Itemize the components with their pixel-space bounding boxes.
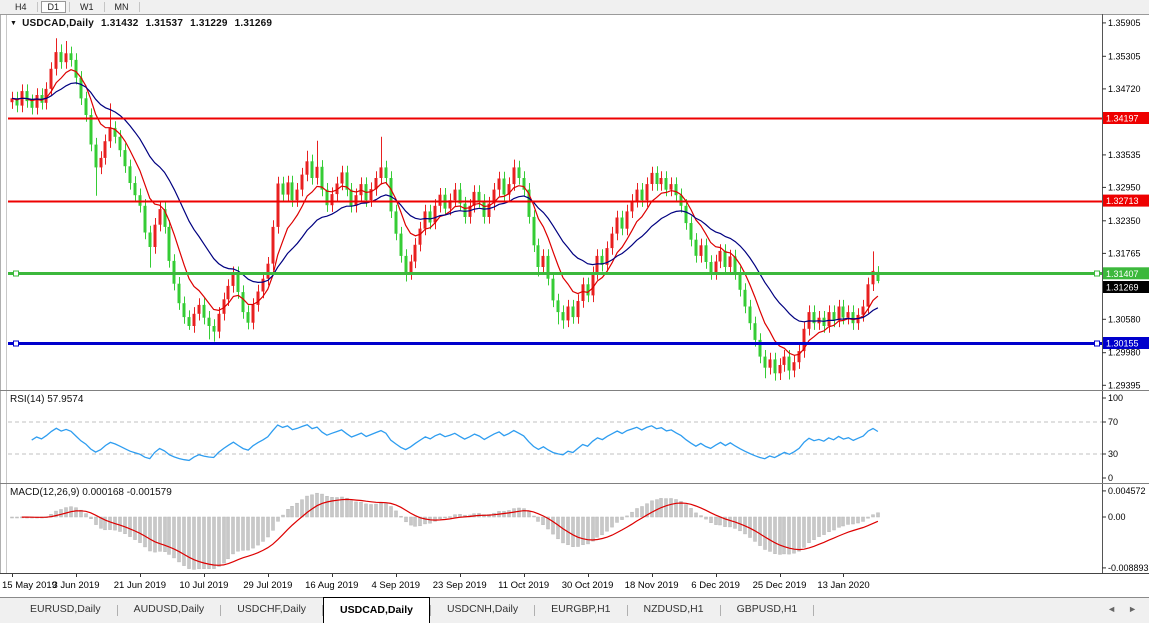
macd-tick-label: 0.004572 — [1108, 486, 1146, 496]
date-tick-label: 3 Jun 2019 — [52, 580, 99, 591]
date-tick-label: 21 Jun 2019 — [114, 580, 166, 591]
toolbar-separator — [69, 2, 70, 12]
chart-tab-audusd[interactable]: AUDUSD,Daily — [118, 598, 221, 623]
hline-price-tag-label: 1.31407 — [1106, 269, 1139, 279]
price-tick-label: 1.33535 — [1108, 150, 1141, 160]
ohlc-high-value: 1.31537 — [146, 18, 184, 29]
timeframe-button-w1[interactable]: W1 — [73, 1, 101, 13]
date-tick-label: 10 Jul 2019 — [179, 580, 228, 591]
date-tick-label: 4 Sep 2019 — [371, 580, 420, 591]
trading-terminal-window: H4D1W1MN 1.359051.353051.347201.335351.3… — [0, 0, 1149, 623]
chart-tab-usdchf[interactable]: USDCHF,Daily — [221, 598, 322, 623]
chart-symbol-label: USDCAD,Daily — [22, 18, 94, 29]
price-tick-label: 1.32950 — [1108, 182, 1141, 192]
macd-tick-label: -0.008893 — [1108, 563, 1149, 573]
tab-scroll-controls: ◄ ► — [1107, 598, 1149, 623]
line-drag-handle[interactable] — [14, 271, 19, 276]
rsi-line — [32, 425, 878, 461]
rsi-tick-label: 30 — [1108, 449, 1118, 459]
timeframe-button-mn[interactable]: MN — [108, 1, 136, 13]
chart-tab-bar: EURUSD,DailyAUDUSD,DailyUSDCHF,DailyUSDC… — [0, 597, 1149, 623]
ohlc-open-value: 1.31432 — [101, 18, 139, 29]
hline-price-tag-label: 1.32713 — [1106, 196, 1139, 206]
chart-tab-nzdusd[interactable]: NZDUSD,H1 — [628, 598, 720, 623]
macd-histogram — [11, 493, 880, 569]
chart-tab-eurusd[interactable]: EURUSD,Daily — [14, 598, 117, 623]
toolbar-separator — [104, 2, 105, 12]
line-drag-handle[interactable] — [14, 341, 19, 346]
rsi-tick-label: 70 — [1108, 417, 1118, 427]
line-drag-handle[interactable] — [1095, 341, 1100, 346]
timeframe-button-d1[interactable]: D1 — [41, 1, 67, 13]
rsi-indicator-pane[interactable]: 100 70 30 0 RSI(14) 57.9574 — [0, 391, 1149, 484]
price-tick-label: 1.34720 — [1108, 84, 1141, 94]
toolbar-separator — [139, 2, 140, 12]
tab-scroll-left-icon[interactable]: ◄ — [1107, 604, 1116, 623]
date-tick-label: 23 Sep 2019 — [433, 580, 487, 591]
price-tick-label: 1.30580 — [1108, 314, 1141, 324]
date-axis-canvas: 15 May 20193 Jun 2019 21 Jun 2019 10 Jul 2… — [0, 574, 1149, 597]
rsi-tick-label: 100 — [1108, 393, 1123, 403]
ohlc-close-value: 1.31269 — [235, 18, 273, 29]
macd-tick-label: 0.00 — [1108, 512, 1126, 522]
price-chart-canvas[interactable]: 1.35905 1.35305 1.34720 1.33535 1.32950 1.323… — [0, 14, 1149, 391]
hline-price-tag-label: 1.34197 — [1106, 114, 1139, 124]
price-tick-label: 1.29395 — [1108, 380, 1141, 390]
chart-tab-usdcnh[interactable]: USDCNH,Daily — [431, 598, 534, 623]
price-tick-label: 1.35305 — [1108, 51, 1141, 61]
line-drag-handle[interactable] — [1095, 271, 1100, 276]
macd-indicator-pane[interactable]: 0.004572 0.00 -0.008893 MACD(12,26,9) 0.00… — [0, 484, 1149, 574]
price-chart-pane[interactable]: 1.35905 1.35305 1.34720 1.33535 1.32950 1.323… — [0, 14, 1149, 391]
timeframe-toolbar: H4 D1 W1 MN — [0, 0, 1149, 14]
current-price-label: 1.31269 — [1106, 283, 1139, 293]
macd-indicator-label: MACD(12,26,9) 0.000168 -0.001579 — [10, 487, 172, 498]
date-tick-label: 29 Jul 2019 — [243, 580, 292, 591]
date-tick-label: 11 Oct 2019 — [498, 580, 549, 591]
chart-title: ▼ USDCAD,Daily 1.31432 1.31537 1.31229 1.… — [10, 18, 276, 29]
date-tick-label: 15 May 2019 — [2, 580, 57, 591]
toolbar-separator — [37, 2, 38, 12]
price-tick-label: 1.35905 — [1108, 18, 1141, 28]
price-tick-label: 1.32350 — [1108, 216, 1141, 226]
hline-price-tag-label: 1.30155 — [1106, 339, 1139, 349]
date-tick-label: 25 Dec 2019 — [753, 580, 807, 591]
date-tick-label: 6 Dec 2019 — [691, 580, 740, 591]
date-tick-label: 16 Aug 2019 — [305, 580, 358, 591]
price-tick-label: 1.29980 — [1108, 348, 1141, 358]
collapse-indicator-icon[interactable]: ▼ — [10, 20, 17, 27]
chart-tab-gbpusd[interactable]: GBPUSD,H1 — [721, 598, 814, 623]
rsi-canvas[interactable]: 100 70 30 0 — [0, 391, 1149, 484]
macd-canvas[interactable]: 0.004572 0.00 -0.008893 — [0, 484, 1149, 574]
chart-tab-usdcad[interactable]: USDCAD,Daily — [323, 597, 430, 623]
tab-separator — [813, 605, 814, 616]
candlestick-series — [11, 38, 880, 380]
rsi-indicator-label: RSI(14) 57.9574 — [10, 394, 83, 405]
date-tick-label: 13 Jan 2020 — [817, 580, 869, 591]
chart-tab-eurgbp[interactable]: EURGBP,H1 — [535, 598, 626, 623]
date-tick-label: 18 Nov 2019 — [625, 580, 679, 591]
chart-tabs: EURUSD,DailyAUDUSD,DailyUSDCHF,DailyUSDC… — [0, 598, 814, 623]
ohlc-low-value: 1.31229 — [190, 18, 228, 29]
date-tick-label: 30 Oct 2019 — [562, 580, 614, 591]
date-axis[interactable]: 15 May 20193 Jun 2019 21 Jun 2019 10 Jul 2… — [0, 574, 1149, 597]
timeframe-button-h4[interactable]: H4 — [8, 1, 34, 13]
price-tick-label: 1.31765 — [1108, 248, 1141, 258]
ma-fast-line — [12, 70, 878, 356]
rsi-tick-label: 0 — [1108, 473, 1113, 483]
tab-scroll-right-icon[interactable]: ► — [1128, 604, 1137, 623]
